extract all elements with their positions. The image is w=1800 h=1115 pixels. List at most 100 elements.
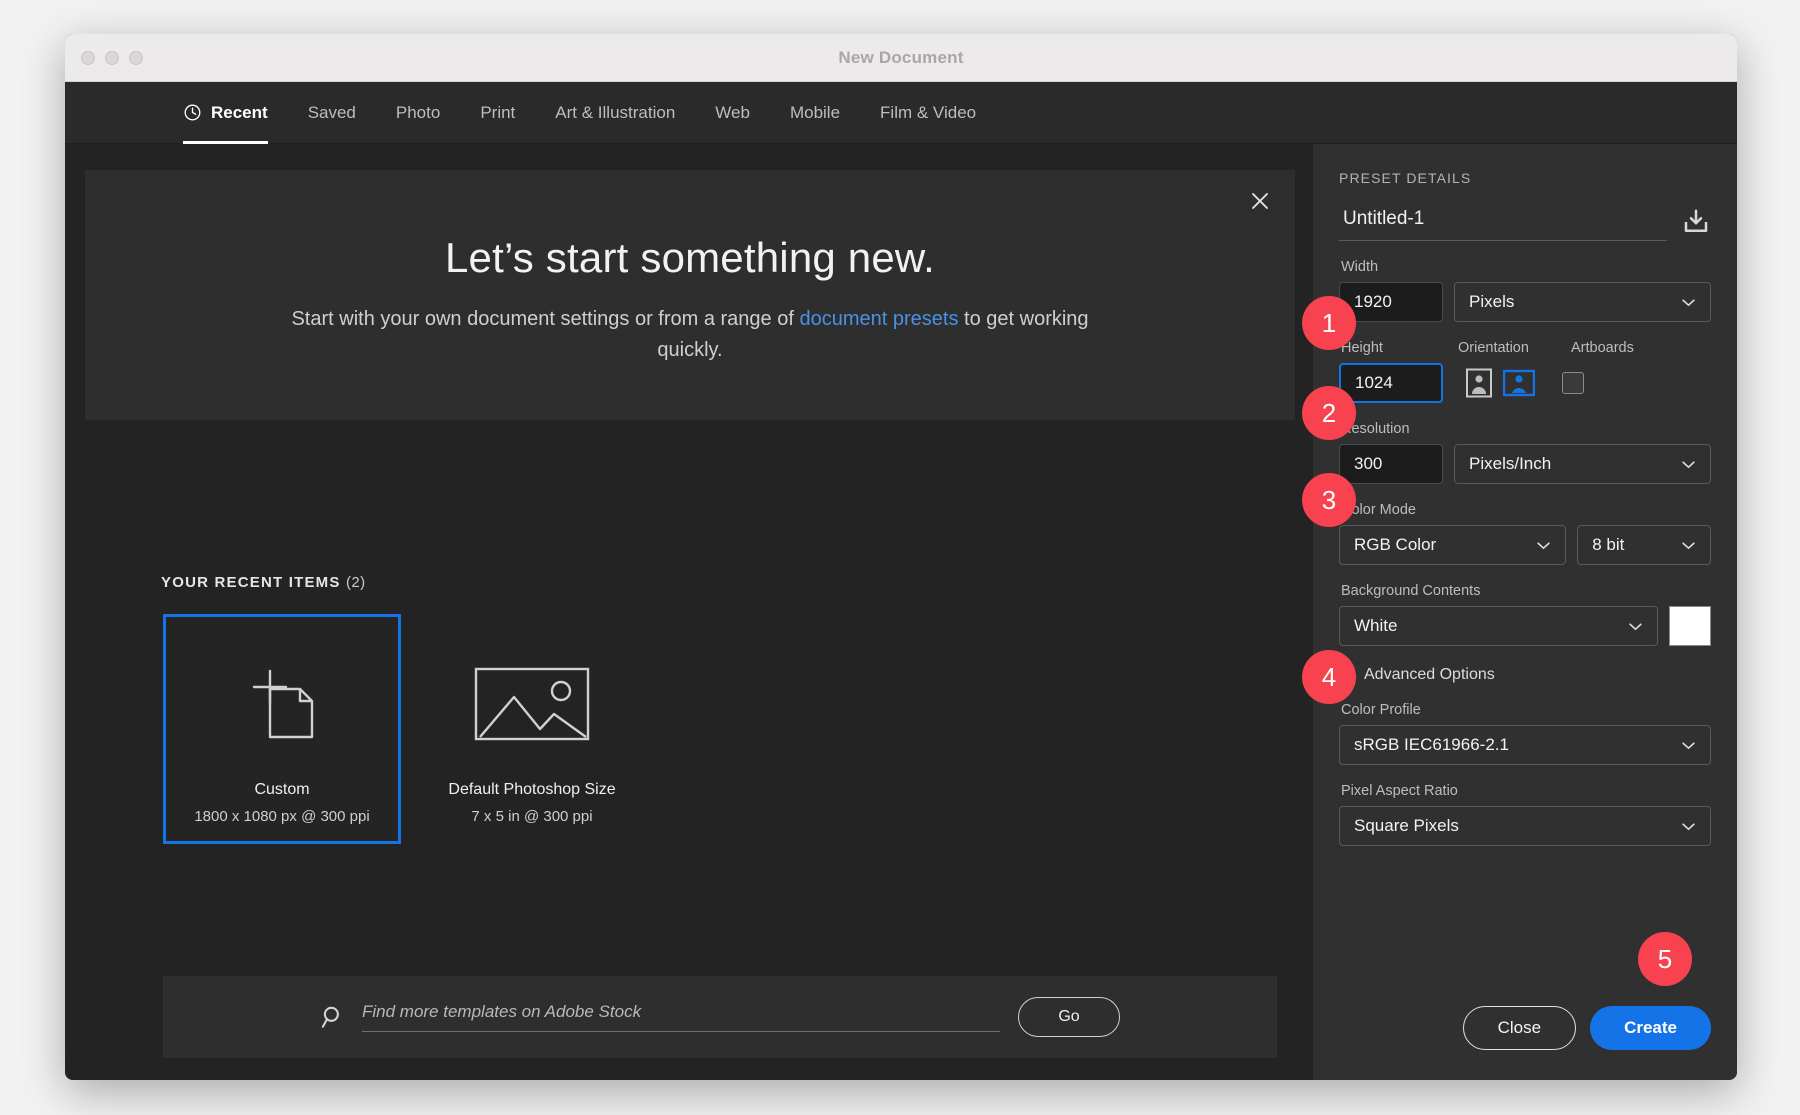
tab-photo[interactable]: Photo [376,82,460,144]
height-orientation-row [1339,363,1711,403]
height-orientation-labels: Height Orientation Artboards [1339,322,1711,363]
tab-web-label: Web [715,103,750,123]
chevron-down-icon [1681,741,1696,750]
stock-search-input-wrap [362,1002,1000,1032]
recent-item-meta: 1800 x 1080 px @ 300 ppi [194,808,369,825]
recent-item-default-photoshop-size[interactable]: Default Photoshop Size 7 x 5 in @ 300 pp… [413,614,651,844]
templates-pane: Let’s start something new. Start with yo… [65,144,1313,1080]
resolution-row: Pixels/Inch [1339,444,1711,484]
pixel-aspect-ratio-select[interactable]: Square Pixels [1339,806,1711,846]
bit-depth-value: 8 bit [1592,535,1624,555]
annotation-badge-2: 2 [1302,386,1356,440]
preset-name-input[interactable] [1339,202,1667,241]
hero-text-before: Start with your own document settings or… [291,308,799,330]
category-tabbar: Recent Saved Photo Print Art & Illustrat… [65,82,1737,144]
bit-depth-select[interactable]: 8 bit [1577,525,1711,565]
tab-mobile[interactable]: Mobile [770,82,860,144]
recent-item-name: Custom [254,781,309,799]
recent-item-custom[interactable]: Custom 1800 x 1080 px @ 300 ppi [163,614,401,844]
new-document-window: New Document Recent Saved Photo Print Ar… [65,34,1737,1080]
stock-search-go-button[interactable]: Go [1018,997,1120,1037]
color-profile-label: Color Profile [1341,702,1711,718]
recent-item-meta: 7 x 5 in @ 300 ppi [471,808,592,825]
color-mode-select[interactable]: RGB Color [1339,525,1566,565]
preset-details-title: PRESET DETAILS [1339,170,1711,186]
close-icon [1248,189,1272,213]
pixel-aspect-ratio-label: Pixel Aspect Ratio [1341,783,1711,799]
hero-close-button[interactable] [1243,184,1277,218]
background-contents-select[interactable]: White [1339,606,1658,646]
resolution-unit-select[interactable]: Pixels/Inch [1454,444,1711,484]
recent-item-name: Default Photoshop Size [448,781,615,799]
width-unit-select[interactable]: Pixels [1454,282,1711,322]
color-profile-value: sRGB IEC61966-2.1 [1354,735,1509,755]
tab-print[interactable]: Print [460,82,535,144]
chevron-down-icon [1681,298,1696,307]
width-unit-value: Pixels [1469,292,1514,312]
preset-name-row [1339,202,1711,241]
minimize-window-button[interactable] [105,51,119,65]
background-contents-value: White [1354,616,1397,636]
zoom-window-button[interactable] [129,51,143,65]
resolution-unit-value: Pixels/Inch [1469,454,1551,474]
pixel-aspect-ratio-value: Square Pixels [1354,816,1459,836]
stock-search-input[interactable] [362,1002,1000,1022]
height-input[interactable] [1339,363,1443,403]
resolution-input[interactable] [1339,444,1443,484]
image-placeholder-icon [470,661,594,747]
window-controls [81,51,143,65]
tab-print-label: Print [480,103,515,123]
hero-subtext: Start with your own document settings or… [85,304,1295,366]
recent-items-count: (2) [346,574,366,591]
close-window-button[interactable] [81,51,95,65]
background-contents-label: Background Contents [1341,583,1711,599]
document-presets-link[interactable]: document presets [799,308,958,330]
clock-icon [183,103,202,122]
chevron-down-icon [1681,460,1696,469]
color-mode-label: Color Mode [1341,502,1711,518]
landscape-orientation-icon[interactable] [1503,368,1535,398]
tab-recent[interactable]: Recent [163,82,288,144]
stock-search-field [320,1002,1000,1032]
recent-items-list: Custom 1800 x 1080 px @ 300 ppi Default … [163,614,651,844]
width-row: Pixels [1339,282,1711,322]
width-label: Width [1341,259,1711,275]
background-contents-row: White [1339,606,1711,646]
recent-items-header: YOUR RECENT ITEMS (2) [161,574,366,591]
portrait-orientation-icon[interactable] [1463,368,1495,398]
dialog-body: Let’s start something new. Start with yo… [65,144,1737,1080]
dialog-action-buttons: Close Create [1463,1006,1711,1050]
create-button[interactable]: Create [1590,1006,1711,1050]
close-button[interactable]: Close [1463,1006,1576,1050]
background-color-swatch[interactable] [1669,606,1711,646]
adobe-stock-searchbar: Go [163,976,1277,1058]
window-titlebar: New Document [65,34,1737,82]
hero-banner: Let’s start something new. Start with yo… [85,170,1295,420]
tab-art-illustration-label: Art & Illustration [555,103,675,123]
tab-recent-label: Recent [211,103,268,123]
color-profile-select[interactable]: sRGB IEC61966-2.1 [1339,725,1711,765]
advanced-options-toggle[interactable]: Advanced Options [1339,666,1711,684]
chevron-down-icon [1681,822,1696,831]
annotation-badge-4: 4 [1302,650,1356,704]
advanced-options-label: Advanced Options [1364,666,1495,684]
tab-web[interactable]: Web [695,82,770,144]
save-preset-icon[interactable] [1681,207,1711,237]
screenshot-root: New Document Recent Saved Photo Print Ar… [0,0,1800,1115]
color-mode-row: RGB Color 8 bit [1339,525,1711,565]
chevron-down-icon [1681,541,1696,550]
annotation-badge-5: 5 [1638,932,1692,986]
orientation-group [1463,368,1535,398]
tab-film-video[interactable]: Film & Video [860,82,996,144]
search-icon [320,1004,346,1030]
resolution-label: Resolution [1341,421,1711,437]
annotation-badge-1: 1 [1302,296,1356,350]
hero-heading: Let’s start something new. [85,234,1295,282]
tab-saved[interactable]: Saved [288,82,376,144]
chevron-down-icon [1536,541,1551,550]
tab-film-video-label: Film & Video [880,103,976,123]
chevron-down-icon [1628,622,1643,631]
tab-art-illustration[interactable]: Art & Illustration [535,82,695,144]
artboards-checkbox[interactable] [1562,372,1584,394]
orientation-label: Orientation [1458,340,1558,356]
